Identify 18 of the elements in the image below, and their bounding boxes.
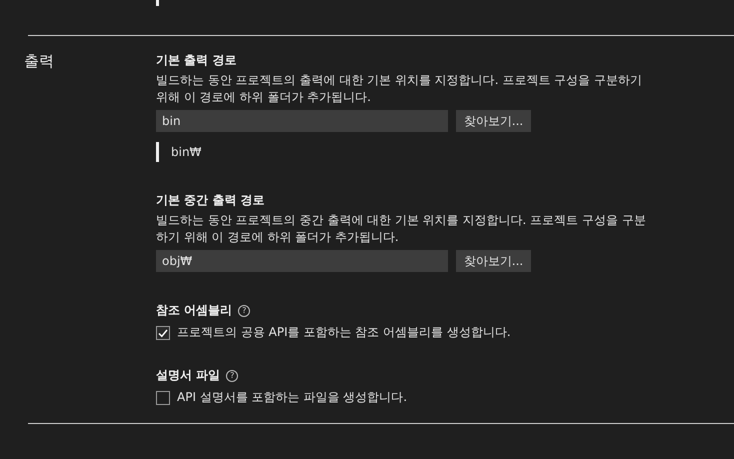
path-field[interactable]: bin bbox=[156, 110, 448, 132]
setting-title: 기본 출력 경로 bbox=[156, 52, 238, 69]
setting-title: 기본 중간 출력 경로 bbox=[156, 192, 266, 209]
browse-button[interactable]: 찾아보기... bbox=[456, 250, 531, 272]
setting-description: 빌드하는 동안 프로젝트의 중간 출력에 대한 기본 위치를 지정합니다. 프로젝트 구성을 구분하기 위해 이 경로에 하위 폴더가 추가됩니다. bbox=[156, 212, 646, 246]
checkbox[interactable] bbox=[156, 326, 170, 340]
setting-title: 참조 어셈블리 bbox=[156, 302, 232, 319]
checkbox[interactable] bbox=[156, 390, 170, 404]
setting-description: 빌드하는 동안 프로젝트의 출력에 대한 기본 위치를 지정합니다. 프로젝트 구성을 구분하기 위해 이 경로에 하위 폴더가 추가됩니다. bbox=[156, 72, 643, 106]
section-title: 출력 bbox=[23, 52, 55, 72]
checkbox-label: API 설명서를 포함하는 파일을 생성합니다. bbox=[177, 389, 408, 406]
checkbox-label: 프로젝트의 공용 API를 포함하는 참조 어셈블리를 생성합니다. bbox=[177, 324, 511, 341]
path-field[interactable]: obj₩ bbox=[156, 250, 448, 272]
path-preview: bin₩ bbox=[156, 142, 646, 162]
setting-title: 설명서 파일 bbox=[156, 367, 220, 384]
help-icon[interactable]: ? bbox=[238, 304, 250, 316]
help-icon[interactable]: ? bbox=[226, 370, 238, 382]
browse-button[interactable]: 찾아보기... bbox=[456, 110, 531, 132]
